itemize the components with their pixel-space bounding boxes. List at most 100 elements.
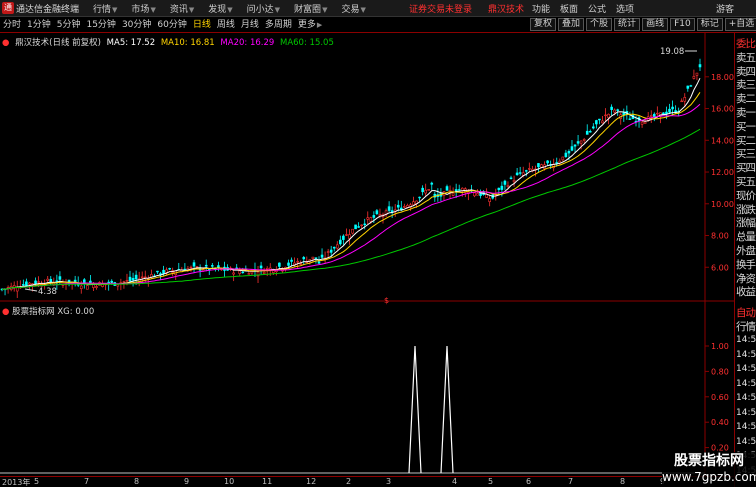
candle-body <box>585 130 589 135</box>
period-1min[interactable]: 1分钟 <box>24 18 54 32</box>
chart-toolbar: 复权 叠加 个股 统计 画线 F10 标记 +自选 返回 <box>530 18 756 31</box>
menu-trade[interactable]: 交易▼ <box>341 2 365 15</box>
side-field-label[interactable]: 自动 <box>736 305 756 320</box>
candle-body <box>497 187 501 190</box>
period-60min[interactable]: 60分钟 <box>154 18 189 32</box>
candle-body <box>116 284 120 287</box>
side-field-label: 卖四 <box>736 65 756 78</box>
candle-body <box>58 276 62 280</box>
f10-button[interactable]: F10 <box>670 18 695 31</box>
candle-body <box>290 259 293 262</box>
price-tick-label: 12.00 <box>711 168 734 177</box>
period-30min[interactable]: 30分钟 <box>119 18 154 32</box>
date-tick-label: 12 <box>306 477 317 486</box>
candle-body <box>540 164 543 168</box>
candle-body <box>616 109 620 111</box>
candle-body <box>652 113 656 118</box>
ma5-line <box>1 77 701 290</box>
guest-account[interactable]: 游客 <box>716 2 734 15</box>
period-daily[interactable]: 日线 <box>190 18 214 32</box>
overlay-button[interactable]: 叠加 <box>558 18 585 31</box>
candle-body <box>695 72 699 76</box>
indicator-name: 股票指标网 <box>12 307 55 317</box>
candle-body <box>515 172 519 176</box>
adjust-button[interactable]: 复权 <box>530 18 557 31</box>
side-field-label: 净资 <box>736 272 756 285</box>
candlestick-series <box>0 58 702 298</box>
mark-button[interactable]: 标记 <box>696 18 723 31</box>
side-field-label: 买二 <box>736 134 756 147</box>
side-field-label: 收益 <box>736 286 756 299</box>
candle-body <box>537 163 540 168</box>
candle-body <box>22 284 25 286</box>
side-field-label: 换手 <box>736 258 756 271</box>
menu-ask[interactable]: 问小达▼ <box>247 2 280 15</box>
candle-body <box>165 269 168 273</box>
side-field-label[interactable]: 行情 <box>736 319 756 334</box>
period-more[interactable]: 更多▶ <box>295 18 325 32</box>
candle-body <box>28 282 31 285</box>
chart-header: ● 鼎汉技术(日线 前复权) MA5: 17.52 MA10: 16.81 MA… <box>2 36 337 48</box>
period-monthly[interactable]: 月线 <box>238 18 262 32</box>
menu-options[interactable]: 选项 <box>616 2 634 15</box>
candle-body <box>287 262 290 266</box>
title-bar: 通 通达信金融终端 行情▼ 市场▼ 资讯▼ 发现▼ 问小达▼ 财富圈▼ 交易▼ … <box>0 0 756 17</box>
candle-body <box>564 152 568 157</box>
chart-collapse-icon[interactable]: ● <box>2 38 9 48</box>
moving-average-lines <box>1 77 701 290</box>
candle-body <box>643 121 647 124</box>
menu-news[interactable]: 资讯▼ <box>170 2 194 15</box>
stock-button[interactable]: 个股 <box>586 18 613 31</box>
candle-body <box>579 140 583 144</box>
candle-body <box>37 281 40 283</box>
date-tick-label: 8 <box>620 477 626 486</box>
candle-body <box>339 239 342 245</box>
candle-body <box>567 151 571 154</box>
indicator-collapse-icon[interactable]: ● <box>2 307 9 317</box>
candle-body <box>195 266 199 268</box>
candle-body <box>555 162 559 164</box>
login-warning[interactable]: 证券交易未登录 <box>409 2 472 15</box>
candle-body <box>345 234 348 236</box>
candle-body <box>582 139 586 141</box>
menu-layout[interactable]: 板面 <box>560 2 578 15</box>
candle-body <box>656 112 659 115</box>
menu-formula[interactable]: 公式 <box>588 2 606 15</box>
candle-body <box>156 270 159 273</box>
candle-body <box>131 278 135 281</box>
separator-marker-icon: $ <box>384 296 389 305</box>
candle-body <box>613 109 616 113</box>
period-5min[interactable]: 5分钟 <box>54 18 84 32</box>
candle-body <box>372 215 376 218</box>
candle-body <box>692 76 696 79</box>
indicator-axis: 1.000.800.600.400.20 <box>705 342 729 453</box>
candle-body <box>576 141 580 144</box>
date-tick-label: 10 <box>224 477 235 486</box>
menu-quotes[interactable]: 行情▼ <box>93 2 117 15</box>
tick-time-label: 14:50 <box>736 393 756 403</box>
candle-body <box>412 201 415 206</box>
period-15min[interactable]: 15分钟 <box>83 18 118 32</box>
menu-market[interactable]: 市场▼ <box>131 2 155 15</box>
period-tick[interactable]: 分时 <box>0 18 24 32</box>
menu-wealth[interactable]: 财富圈▼ <box>294 2 327 15</box>
stats-button[interactable]: 统计 <box>614 18 641 31</box>
watermark: 股票指标网 www.7gpzb.com <box>662 452 756 487</box>
kline-chart[interactable]: 18.00 16.00 14.00 12.00 10.00 8.00 6.00 1.00 0.… <box>0 33 734 476</box>
menu-function[interactable]: 功能 <box>532 2 550 15</box>
candle-body <box>86 285 89 290</box>
menu-discover[interactable]: 发现▼ <box>208 2 232 15</box>
candle-body <box>49 278 53 283</box>
tick-time-label: 14:50 <box>736 364 756 374</box>
period-weekly[interactable]: 周线 <box>214 18 238 32</box>
chevron-down-icon: ▼ <box>360 5 366 14</box>
draw-button[interactable]: 画线 <box>642 18 669 31</box>
candle-body <box>128 276 132 282</box>
period-multi[interactable]: 多周期 <box>262 18 295 32</box>
indicator-tick-label: 0.40 <box>711 418 729 427</box>
candle-body <box>546 160 549 164</box>
tick-time-label: 14:50 <box>736 378 756 389</box>
candle-body <box>302 257 306 260</box>
add-watchlist-button[interactable]: +自选 <box>724 18 756 31</box>
candle-body <box>326 251 330 253</box>
